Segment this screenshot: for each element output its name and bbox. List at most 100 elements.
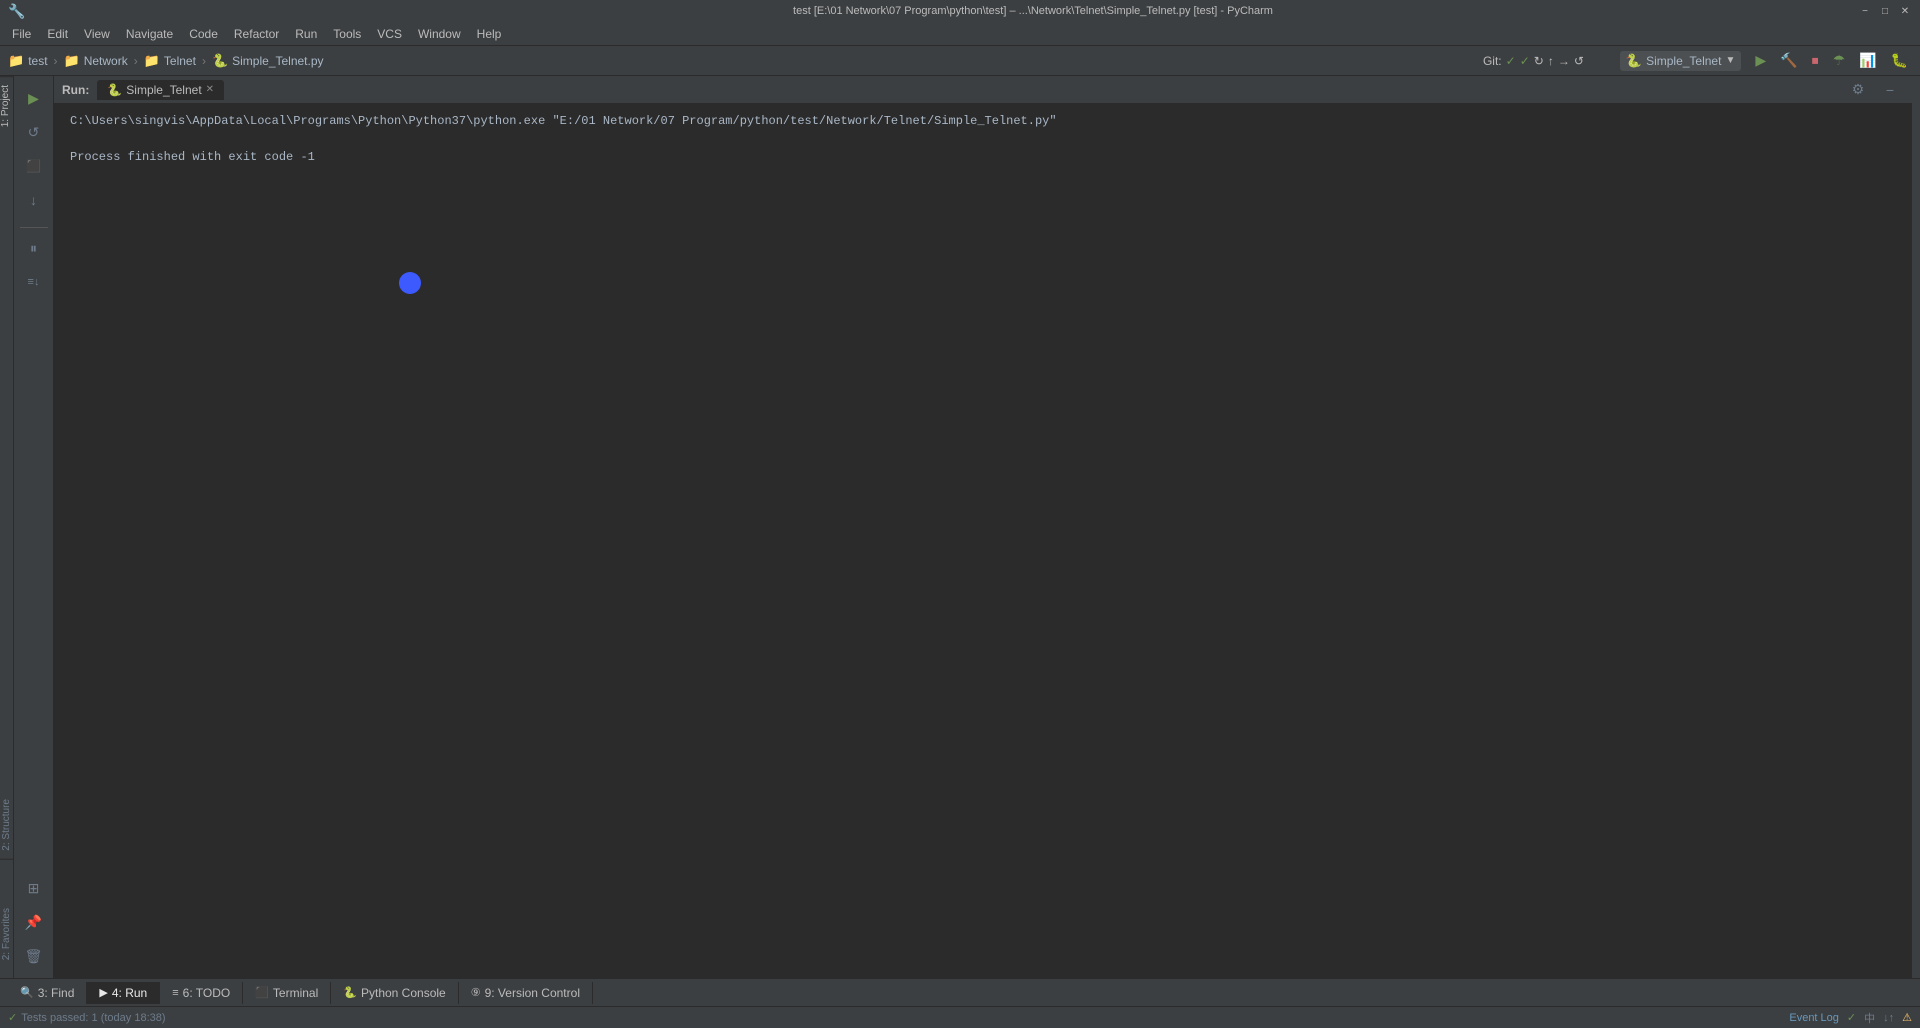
sidebar-tab-structure[interactable]: 2: Structure bbox=[0, 791, 14, 860]
menu-file[interactable]: File bbox=[4, 24, 39, 44]
todo-icon: ≡ bbox=[172, 987, 178, 999]
tab-terminal-label: Terminal bbox=[273, 986, 318, 1000]
close-button[interactable]: ✕ bbox=[1898, 4, 1912, 18]
breadcrumb-file[interactable]: 🐍 Simple_Telnet.py bbox=[212, 53, 324, 69]
run-tab-close-button[interactable]: ✕ bbox=[206, 84, 214, 95]
run-panel: Run: 🐍 Simple_Telnet ✕ ⚙ − C:\Users\sing… bbox=[54, 76, 1912, 978]
breadcrumb-sep-1: › bbox=[54, 54, 58, 68]
run-header-right: ⚙ − bbox=[1844, 76, 1904, 104]
sidebar-tab-project[interactable]: 1: Project bbox=[0, 76, 14, 135]
find-icon: 🔍 bbox=[20, 986, 34, 999]
tab-todo[interactable]: ≡ 6: TODO bbox=[160, 982, 243, 1004]
run-tool-pause[interactable]: ⏸ bbox=[20, 234, 48, 262]
tab-todo-label: 6: TODO bbox=[183, 986, 231, 1000]
run-tool-trash[interactable]: 🗑 bbox=[20, 942, 48, 970]
tab-run[interactable]: ▶ 4: Run bbox=[87, 982, 160, 1004]
run-config-dropdown-icon: ▼ bbox=[1725, 55, 1735, 66]
breadcrumb-test[interactable]: 📁 test bbox=[8, 53, 48, 69]
run-tool-scroll-end[interactable]: ↓ bbox=[20, 186, 48, 214]
tab-find[interactable]: 🔍 3: Find bbox=[8, 982, 87, 1004]
breadcrumb-label-test: test bbox=[28, 54, 47, 68]
folder-icon-2: 📁 bbox=[64, 53, 80, 69]
run-tool-stop[interactable]: ⬛ bbox=[20, 152, 48, 180]
breadcrumb-network[interactable]: 📁 Network bbox=[64, 53, 128, 69]
tab-version-control-label: 9: Version Control bbox=[485, 986, 580, 1000]
menu-run[interactable]: Run bbox=[287, 24, 325, 44]
status-icon-chinese[interactable]: 中 bbox=[1864, 1010, 1875, 1026]
git-sync-icon[interactable]: ↻ bbox=[1534, 54, 1544, 68]
menu-vcs[interactable]: VCS bbox=[369, 24, 410, 44]
status-right: Event Log ✓ 中 ↓↑ ⚠ bbox=[1789, 1010, 1912, 1026]
status-icon-check[interactable]: ✓ bbox=[1847, 1011, 1856, 1024]
breadcrumb-label-network: Network bbox=[84, 54, 128, 68]
version-control-icon: ⑨ bbox=[471, 986, 481, 999]
breadcrumb-label-telnet: Telnet bbox=[164, 54, 196, 68]
terminal-icon: ⬛ bbox=[255, 986, 269, 999]
menu-code[interactable]: Code bbox=[181, 24, 226, 44]
git-revert-icon[interactable]: ↺ bbox=[1574, 54, 1584, 68]
coverage-button[interactable]: ☂ bbox=[1829, 50, 1850, 71]
status-left: ✓ Tests passed: 1 (today 18:38) bbox=[8, 1011, 166, 1024]
status-icon-warning[interactable]: ⚠ bbox=[1902, 1011, 1912, 1024]
app-logo-icon: 🔧 bbox=[8, 3, 25, 20]
run-tool-step[interactable]: ≡↓ bbox=[20, 268, 48, 296]
tab-terminal[interactable]: ⬛ Terminal bbox=[243, 982, 331, 1004]
run-tool-pin[interactable]: 📌 bbox=[20, 908, 48, 936]
debug-button[interactable]: 🐛 bbox=[1887, 50, 1912, 71]
breadcrumb-telnet[interactable]: 📁 Telnet bbox=[144, 53, 196, 69]
test-status-text: Tests passed: 1 (today 18:38) bbox=[21, 1012, 165, 1024]
menu-bar: File Edit View Navigate Code Refactor Ru… bbox=[0, 22, 1920, 46]
menu-window[interactable]: Window bbox=[410, 24, 469, 44]
maximize-button[interactable]: □ bbox=[1878, 4, 1892, 18]
run-config-selector[interactable]: 🐍 Simple_Telnet ▼ bbox=[1616, 49, 1745, 73]
tab-find-label: 3: Find bbox=[38, 986, 75, 1000]
run-tab-name: Simple_Telnet bbox=[126, 83, 201, 97]
run-tool-play[interactable]: ▶ bbox=[20, 84, 48, 112]
run-button[interactable]: ▶ bbox=[1751, 50, 1770, 71]
git-arrow-icon[interactable]: → bbox=[1558, 54, 1570, 68]
run-tool-strip: ▶ ↺ ⬛ ↓ ⏸ ≡↓ ⊞ 📌 🗑 bbox=[14, 76, 54, 978]
menu-help[interactable]: Help bbox=[469, 24, 510, 44]
tab-python-console[interactable]: 🐍 Python Console bbox=[331, 982, 458, 1004]
status-icon-sync[interactable]: ↓↑ bbox=[1883, 1012, 1894, 1024]
run-tool-rerun[interactable]: ↺ bbox=[20, 118, 48, 146]
stop-button[interactable]: ⏹ bbox=[1808, 50, 1823, 71]
output-line-2 bbox=[70, 130, 1896, 148]
title-bar: 🔧 test [E:\01 Network\07 Program\python\… bbox=[0, 0, 1920, 22]
python-console-icon: 🐍 bbox=[343, 986, 357, 999]
scrollbar-right[interactable] bbox=[1912, 76, 1920, 978]
run-icon: ▶ bbox=[99, 986, 107, 999]
test-status: ✓ Tests passed: 1 (today 18:38) bbox=[8, 1011, 166, 1024]
run-tab-icon: 🐍 bbox=[107, 83, 122, 97]
folder-icon-3: 📁 bbox=[144, 53, 160, 69]
menu-navigate[interactable]: Navigate bbox=[118, 24, 181, 44]
tab-python-console-label: Python Console bbox=[361, 986, 446, 1000]
breadcrumb-sep-3: › bbox=[202, 54, 206, 68]
minimize-button[interactable]: − bbox=[1858, 4, 1872, 18]
status-bar: ✓ Tests passed: 1 (today 18:38) Event Lo… bbox=[0, 1006, 1920, 1028]
git-check-icon[interactable]: ✓ bbox=[1506, 54, 1516, 68]
git-check-icon-2[interactable]: ✓ bbox=[1520, 54, 1530, 68]
sidebar-tab-favorites[interactable]: 2: Favorites bbox=[0, 900, 14, 968]
run-minimize-icon[interactable]: − bbox=[1876, 76, 1904, 104]
git-push-icon[interactable]: ↑ bbox=[1548, 54, 1554, 68]
menu-refactor[interactable]: Refactor bbox=[226, 24, 287, 44]
menu-tools[interactable]: Tools bbox=[325, 24, 369, 44]
run-settings-icon[interactable]: ⚙ bbox=[1844, 76, 1872, 104]
git-label: Git: bbox=[1483, 54, 1502, 68]
tab-run-label: 4: Run bbox=[112, 986, 147, 1000]
folder-icon: 📁 bbox=[8, 53, 24, 69]
window-title: test [E:\01 Network\07 Program\python\te… bbox=[208, 5, 1858, 17]
menu-view[interactable]: View bbox=[76, 24, 118, 44]
breadcrumb-sep-2: › bbox=[134, 54, 138, 68]
profile-button[interactable]: 📊 bbox=[1855, 50, 1880, 71]
run-output[interactable]: C:\Users\singvis\AppData\Local\Programs\… bbox=[54, 104, 1912, 978]
run-tab-simple-telnet[interactable]: 🐍 Simple_Telnet ✕ bbox=[97, 80, 224, 100]
event-log-link[interactable]: Event Log bbox=[1789, 1012, 1839, 1024]
menu-edit[interactable]: Edit bbox=[39, 24, 76, 44]
run-config-icon: 🐍 bbox=[1626, 53, 1642, 69]
build-button[interactable]: 🔨 bbox=[1776, 50, 1801, 71]
breadcrumb-label-file: Simple_Telnet.py bbox=[232, 54, 323, 68]
tab-version-control[interactable]: ⑨ 9: Version Control bbox=[459, 982, 593, 1004]
run-tool-layout[interactable]: ⊞ bbox=[20, 874, 48, 902]
